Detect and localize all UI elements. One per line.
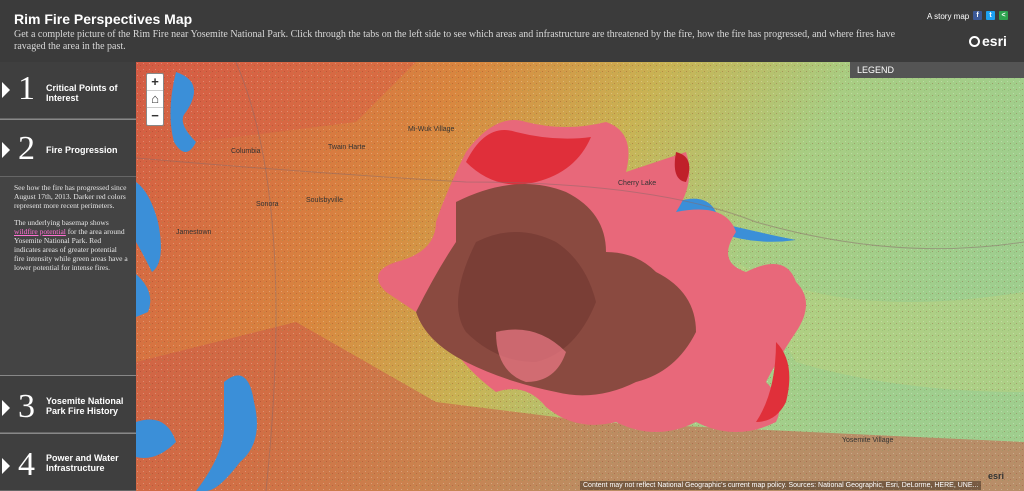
facebook-icon[interactable]: f [973,11,982,20]
tab-label: Power and Water Infrastructure [46,453,119,473]
tab-fire-progression[interactable]: 2 Fire Progression [0,119,136,177]
tab-number: 2 [18,130,35,167]
globe-icon [969,36,980,47]
place-label: Cherry Lake [618,180,657,187]
chevron-right-icon [2,142,10,158]
place-label: Soulsbyville [306,197,343,204]
tab-number: 1 [18,70,35,107]
share-icon[interactable]: < [999,11,1008,20]
tab-label: Fire Progression [46,145,118,155]
page-subtitle: Get a complete picture of the Rim Fire n… [14,29,896,52]
tab-number: 3 [18,388,35,425]
page-title: Rim Fire Perspectives Map [14,11,193,27]
legend-toggle[interactable]: LEGEND [850,62,1024,78]
chevron-right-icon [2,458,10,474]
chevron-right-icon [2,82,10,98]
tab-number: 4 [18,446,35,483]
place-label: Mi-Wuk Village [408,126,455,133]
wildfire-potential-link[interactable]: wildfire potential [14,227,66,236]
tab-fire-history[interactable]: 3 Yosemite National Park Fire History [0,375,136,433]
map-view[interactable]: + ⌂ − LEGEND Columbia Twain Harte Mi-Wuk… [136,62,1024,491]
twitter-icon[interactable]: t [986,11,995,20]
tab-description: See how the fire has progressed since Au… [0,177,136,375]
tab-critical-points[interactable]: 1 Critical Points of Interest [0,62,136,119]
chevron-right-icon [2,400,10,416]
place-label: Jamestown [176,229,212,236]
tab-label: Yosemite National Park Fire History [46,396,124,416]
tab-power-water[interactable]: 4 Power and Water Infrastructure [0,433,136,491]
app-window: Rim Fire Perspectives Map Get a complete… [0,0,1024,491]
description-paragraph: The underlying basemap shows wildfire po… [14,218,128,272]
zoom-controls: + ⌂ − [146,73,164,126]
story-map-link[interactable]: A story map [927,12,969,21]
home-icon[interactable]: ⌂ [147,91,163,108]
header: Rim Fire Perspectives Map Get a complete… [0,0,1024,62]
zoom-in-button[interactable]: + [147,74,163,91]
esri-logo: esri [988,471,1005,481]
place-label: Twain Harte [328,144,366,151]
tab-label: Critical Points of Interest [46,83,118,103]
sidebar: 1 Critical Points of Interest 2 Fire Pro… [0,62,136,491]
place-label: Sonora [256,201,279,208]
zoom-out-button[interactable]: − [147,108,163,125]
esri-logo[interactable]: esri [969,33,1007,49]
place-label: Columbia [231,148,261,155]
map-attribution: Content may not reflect National Geograp… [580,481,982,490]
basemap [136,62,1024,491]
description-paragraph: See how the fire has progressed since Au… [14,183,127,210]
place-label: Yosemite Village [842,437,894,444]
